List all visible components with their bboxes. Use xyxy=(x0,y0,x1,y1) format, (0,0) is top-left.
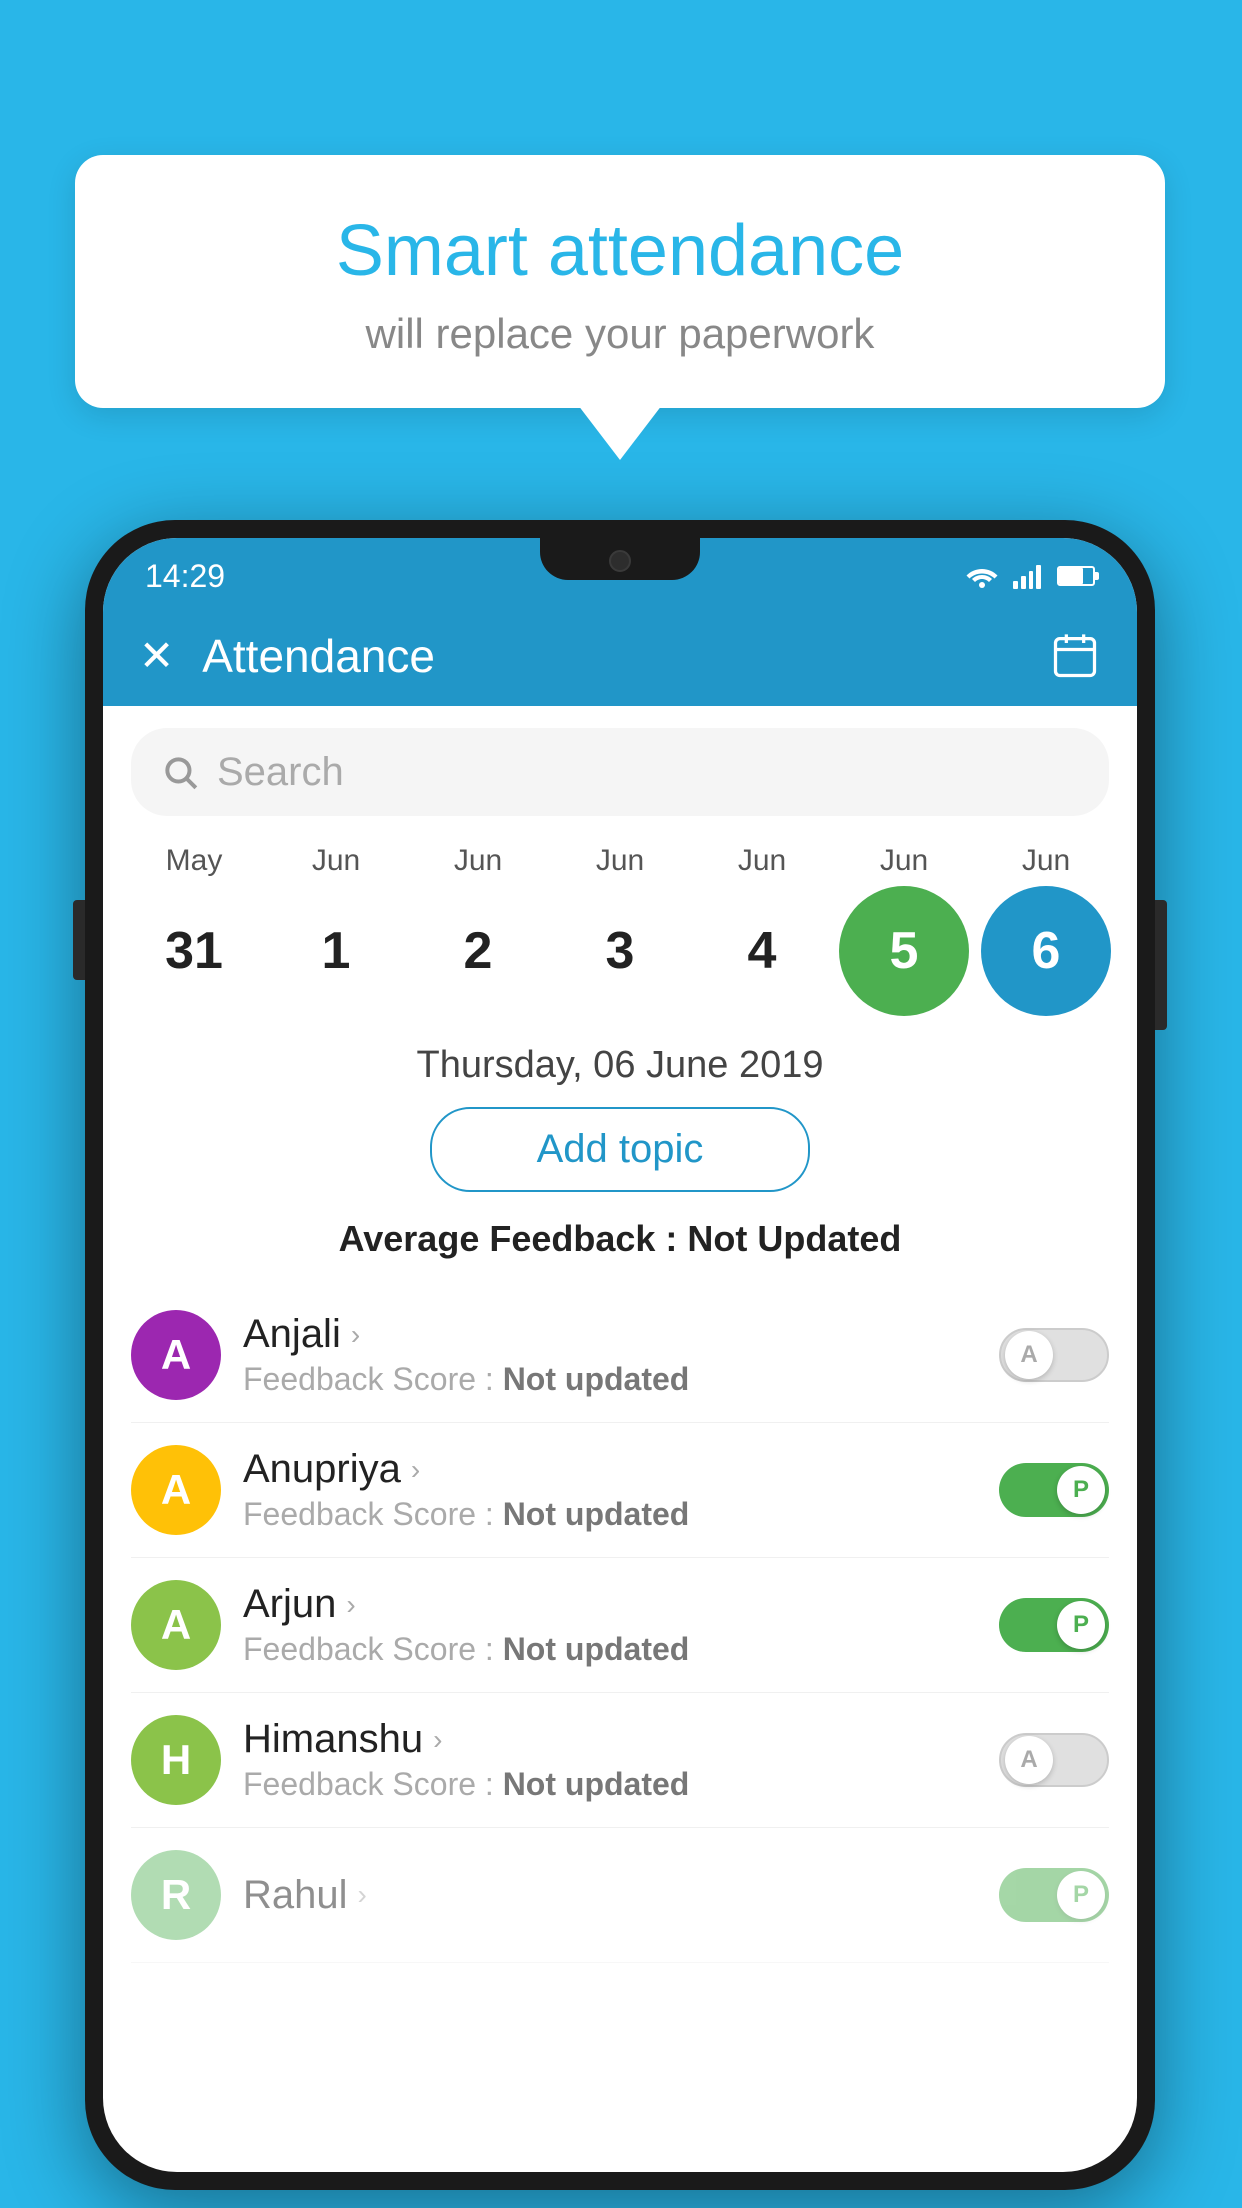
toggle-himanshu[interactable]: A xyxy=(999,1733,1109,1787)
toggle-knob-anjali: A xyxy=(1005,1331,1053,1379)
student-info-partial: Rahul › xyxy=(243,1873,977,1918)
calendar-icon[interactable] xyxy=(1049,630,1101,682)
chevron-himanshu: › xyxy=(433,1724,442,1756)
add-topic-button[interactable]: Add topic xyxy=(430,1107,810,1192)
toggle-knob-anupriya: P xyxy=(1057,1466,1105,1514)
student-info-anjali: Anjali › Feedback Score : Not updated xyxy=(243,1312,977,1398)
signal-icon xyxy=(1013,563,1041,589)
app-bar-title: Attendance xyxy=(202,629,1021,683)
calendar-days: 31 1 2 3 4 5 6 xyxy=(123,886,1117,1016)
avatar-arjun: A xyxy=(131,1580,221,1670)
avatar-himanshu: H xyxy=(131,1715,221,1805)
toggle-partial[interactable]: P xyxy=(999,1868,1109,1922)
wifi-icon xyxy=(965,563,999,589)
month-4: Jun xyxy=(697,844,827,878)
day-1[interactable]: 1 xyxy=(271,886,401,1016)
search-icon xyxy=(161,753,199,791)
day-4[interactable]: 4 xyxy=(697,886,827,1016)
student-name-anupriya: Anupriya › xyxy=(243,1447,977,1492)
calendar-strip: May Jun Jun Jun Jun Jun Jun 31 1 2 3 4 5… xyxy=(103,844,1137,1016)
student-item-partial[interactable]: R Rahul › P xyxy=(131,1828,1109,1963)
day-2[interactable]: 2 xyxy=(413,886,543,1016)
toggle-anupriya[interactable]: P xyxy=(999,1463,1109,1517)
month-2: Jun xyxy=(413,844,543,878)
battery-fill xyxy=(1059,568,1083,584)
battery-icon xyxy=(1057,566,1095,586)
selected-date: Thursday, 06 June 2019 xyxy=(103,1044,1137,1087)
month-6: Jun xyxy=(981,844,1111,878)
day-6-selected[interactable]: 6 xyxy=(981,886,1111,1016)
student-list: A Anjali › Feedback Score : Not updated … xyxy=(103,1288,1137,1963)
student-info-himanshu: Himanshu › Feedback Score : Not updated xyxy=(243,1717,977,1803)
phone-notch xyxy=(540,538,700,580)
toggle-knob-himanshu: A xyxy=(1005,1736,1053,1784)
student-name-partial: Rahul › xyxy=(243,1873,977,1918)
toggle-knob-partial: P xyxy=(1057,1871,1105,1919)
app-bar: ✕ Attendance xyxy=(103,606,1137,706)
student-feedback-anupriya: Feedback Score : Not updated xyxy=(243,1496,977,1533)
avg-feedback-value: Not Updated xyxy=(687,1218,901,1259)
calendar-months: May Jun Jun Jun Jun Jun Jun xyxy=(123,844,1117,878)
close-button[interactable]: ✕ xyxy=(139,635,174,677)
day-31[interactable]: 31 xyxy=(129,886,259,1016)
student-item-arjun[interactable]: A Arjun › Feedback Score : Not updated P xyxy=(131,1558,1109,1693)
chevron-anupriya: › xyxy=(411,1454,420,1486)
student-feedback-himanshu: Feedback Score : Not updated xyxy=(243,1766,977,1803)
month-1: Jun xyxy=(271,844,401,878)
chevron-partial: › xyxy=(358,1879,367,1911)
status-icons xyxy=(965,563,1095,589)
chevron-anjali: › xyxy=(351,1319,360,1351)
avg-feedback-label: Average Feedback : xyxy=(339,1218,688,1259)
avatar-anupriya: A xyxy=(131,1445,221,1535)
search-placeholder: Search xyxy=(217,750,344,795)
student-name-anjali: Anjali › xyxy=(243,1312,977,1357)
student-item-anupriya[interactable]: A Anupriya › Feedback Score : Not update… xyxy=(131,1423,1109,1558)
month-3: Jun xyxy=(555,844,685,878)
speech-bubble: Smart attendance will replace your paper… xyxy=(75,155,1165,408)
search-bar[interactable]: Search xyxy=(131,728,1109,816)
bubble-subtitle: will replace your paperwork xyxy=(135,310,1105,358)
student-item-anjali[interactable]: A Anjali › Feedback Score : Not updated … xyxy=(131,1288,1109,1423)
avg-feedback: Average Feedback : Not Updated xyxy=(103,1218,1137,1260)
toggle-knob-arjun: P xyxy=(1057,1601,1105,1649)
phone-screen: 14:29 xyxy=(103,538,1137,2172)
avatar-anjali: A xyxy=(131,1310,221,1400)
student-name-himanshu: Himanshu › xyxy=(243,1717,977,1762)
avatar-partial: R xyxy=(131,1850,221,1940)
phone-mockup: 14:29 xyxy=(85,520,1155,2190)
student-info-anupriya: Anupriya › Feedback Score : Not updated xyxy=(243,1447,977,1533)
bubble-title: Smart attendance xyxy=(135,210,1105,292)
student-info-arjun: Arjun › Feedback Score : Not updated xyxy=(243,1582,977,1668)
student-item-himanshu[interactable]: H Himanshu › Feedback Score : Not update… xyxy=(131,1693,1109,1828)
status-time: 14:29 xyxy=(145,558,225,595)
student-feedback-anjali: Feedback Score : Not updated xyxy=(243,1361,977,1398)
month-0: May xyxy=(129,844,259,878)
student-name-arjun: Arjun › xyxy=(243,1582,977,1627)
student-feedback-arjun: Feedback Score : Not updated xyxy=(243,1631,977,1668)
day-3[interactable]: 3 xyxy=(555,886,685,1016)
chevron-arjun: › xyxy=(346,1589,355,1621)
camera xyxy=(609,550,631,572)
phone-outer: 14:29 xyxy=(85,520,1155,2190)
day-5-today[interactable]: 5 xyxy=(839,886,969,1016)
month-5: Jun xyxy=(839,844,969,878)
toggle-arjun[interactable]: P xyxy=(999,1598,1109,1652)
toggle-anjali[interactable]: A xyxy=(999,1328,1109,1382)
